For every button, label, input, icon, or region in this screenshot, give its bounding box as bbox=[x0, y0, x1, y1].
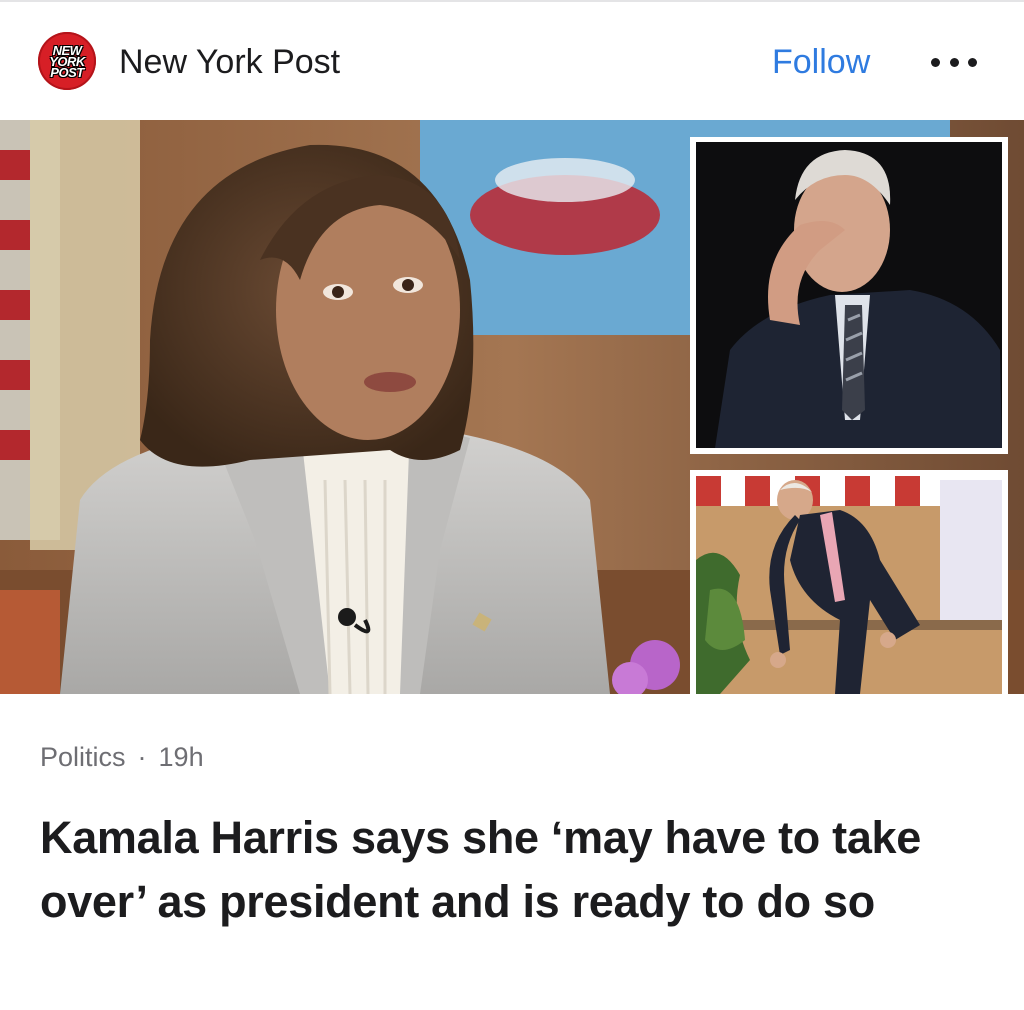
article-hero-image[interactable] bbox=[0, 120, 1024, 694]
dot bbox=[968, 57, 977, 67]
meta-separator: · bbox=[137, 742, 147, 772]
timestamp: 19h bbox=[158, 742, 204, 772]
follow-button[interactable]: Follow bbox=[768, 40, 874, 84]
publisher-logo[interactable]: NEW YORK POST bbox=[38, 32, 96, 90]
hero-photo-collage bbox=[0, 120, 1024, 694]
divider bbox=[0, 0, 1024, 2]
card-header: NEW YORK POST New York Post Follow bbox=[0, 0, 1024, 120]
article-headline[interactable]: Kamala Harris says she ‘may have to take… bbox=[40, 806, 984, 934]
article-meta: Politics · 19h bbox=[40, 740, 204, 774]
more-options-icon[interactable] bbox=[926, 48, 982, 76]
dot bbox=[949, 57, 959, 67]
news-card[interactable]: NEW YORK POST New York Post Follow Polit… bbox=[0, 0, 1024, 1010]
dot bbox=[931, 57, 940, 67]
category-label[interactable]: Politics bbox=[40, 742, 126, 772]
publisher-name[interactable]: New York Post bbox=[119, 42, 340, 82]
